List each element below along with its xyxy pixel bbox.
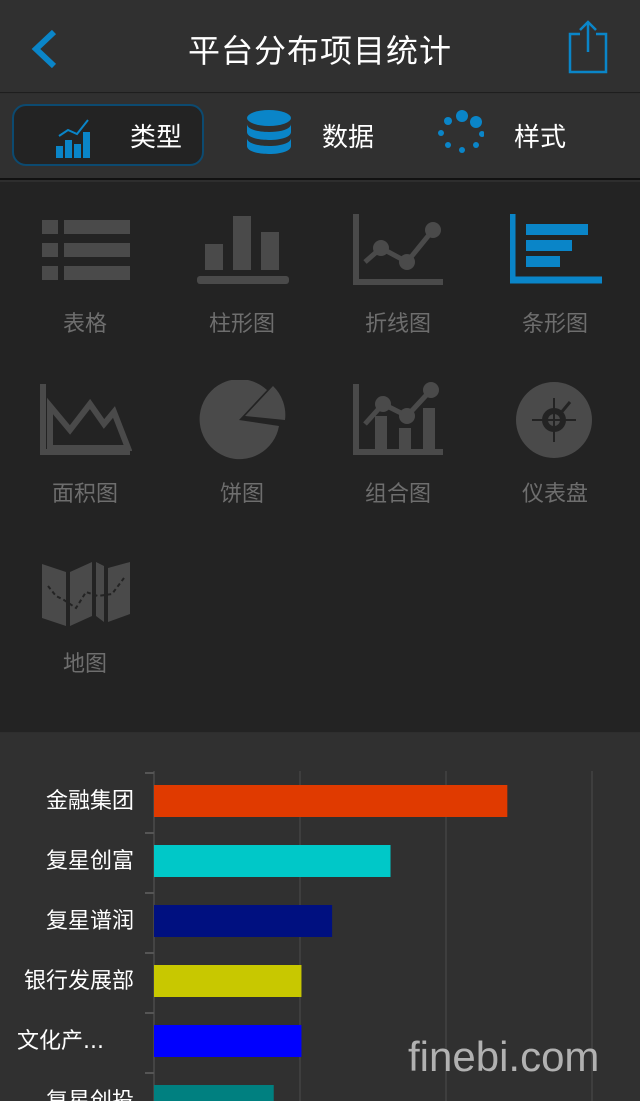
chart-type-label: 地图	[62, 652, 107, 677]
page-title: 平台分布项目统计	[187, 32, 452, 70]
tab-style[interactable]: 样式	[430, 104, 610, 166]
bar	[154, 1085, 274, 1101]
bar	[154, 1025, 302, 1057]
chart-type-map[interactable]: 地图	[5, 522, 165, 692]
category-label: 复星创富	[46, 849, 134, 874]
gauge-icon	[516, 382, 592, 458]
tab-bar: 类型 数据 样式	[0, 94, 640, 180]
line-chart-icon	[353, 214, 443, 285]
chart-type-table[interactable]: 表格	[5, 182, 165, 352]
chart-type-pie[interactable]: 饼图	[162, 352, 322, 522]
chart-type-label: 柱形图	[208, 312, 275, 337]
chart-type-label: 饼图	[219, 482, 264, 507]
chart-type-label: 面积图	[51, 482, 118, 507]
bar	[154, 845, 391, 877]
area-chart-icon	[40, 384, 132, 455]
chart-type-gauge[interactable]: 仪表盘	[475, 352, 635, 522]
bar-chart-icon	[510, 214, 602, 284]
column-chart-icon	[197, 216, 289, 284]
bar	[154, 905, 333, 937]
share-icon[interactable]	[566, 18, 610, 76]
nav-bar: 平台分布项目统计	[0, 0, 640, 93]
chart-preview: 金融集团复星创富复星谱润银行发展部文化产... 复星创投 finebi.com	[0, 733, 640, 1101]
category-label: 文化产...	[17, 1029, 104, 1054]
chart-type-label: 表格	[62, 312, 107, 337]
tab-style-label: 样式	[514, 122, 567, 153]
pie-chart-icon	[199, 380, 286, 460]
bar	[154, 785, 508, 817]
chart-type-label: 条形图	[521, 312, 588, 337]
tab-data[interactable]: 数据	[230, 104, 410, 166]
table-icon	[42, 220, 130, 280]
watermark: finebi.com	[408, 1033, 600, 1080]
chart-type-label: 折线图	[364, 312, 431, 337]
chart-type-area[interactable]: 面积图	[5, 352, 165, 522]
combo-chart-icon	[353, 382, 443, 455]
chart-type-column[interactable]: 柱形图	[162, 182, 322, 352]
chart-type-grid: 表格 柱形图 折线图 条形图 面积图 饼图 组合图 仪表盘 地图	[0, 182, 640, 732]
tab-type-label: 类型	[130, 122, 183, 153]
chart-type-bar[interactable]: 条形图	[475, 182, 635, 352]
bar-line-chart-icon	[56, 119, 90, 158]
chart-type-label: 仪表盘	[521, 482, 588, 507]
map-icon	[42, 562, 130, 626]
bar	[154, 965, 302, 997]
category-label: 银行发展部	[24, 969, 134, 994]
dots-circle-icon	[438, 110, 484, 153]
database-icon	[247, 110, 291, 154]
chart-type-combo[interactable]: 组合图	[318, 352, 478, 522]
tab-data-label: 数据	[322, 122, 375, 153]
category-label: 金融集团	[46, 789, 134, 814]
category-label: 复星谱润	[46, 909, 134, 934]
tab-type[interactable]: 类型	[12, 104, 204, 166]
chart-type-label: 组合图	[364, 482, 431, 507]
category-label: 复星创投	[46, 1089, 134, 1101]
chart-type-line[interactable]: 折线图	[318, 182, 478, 352]
